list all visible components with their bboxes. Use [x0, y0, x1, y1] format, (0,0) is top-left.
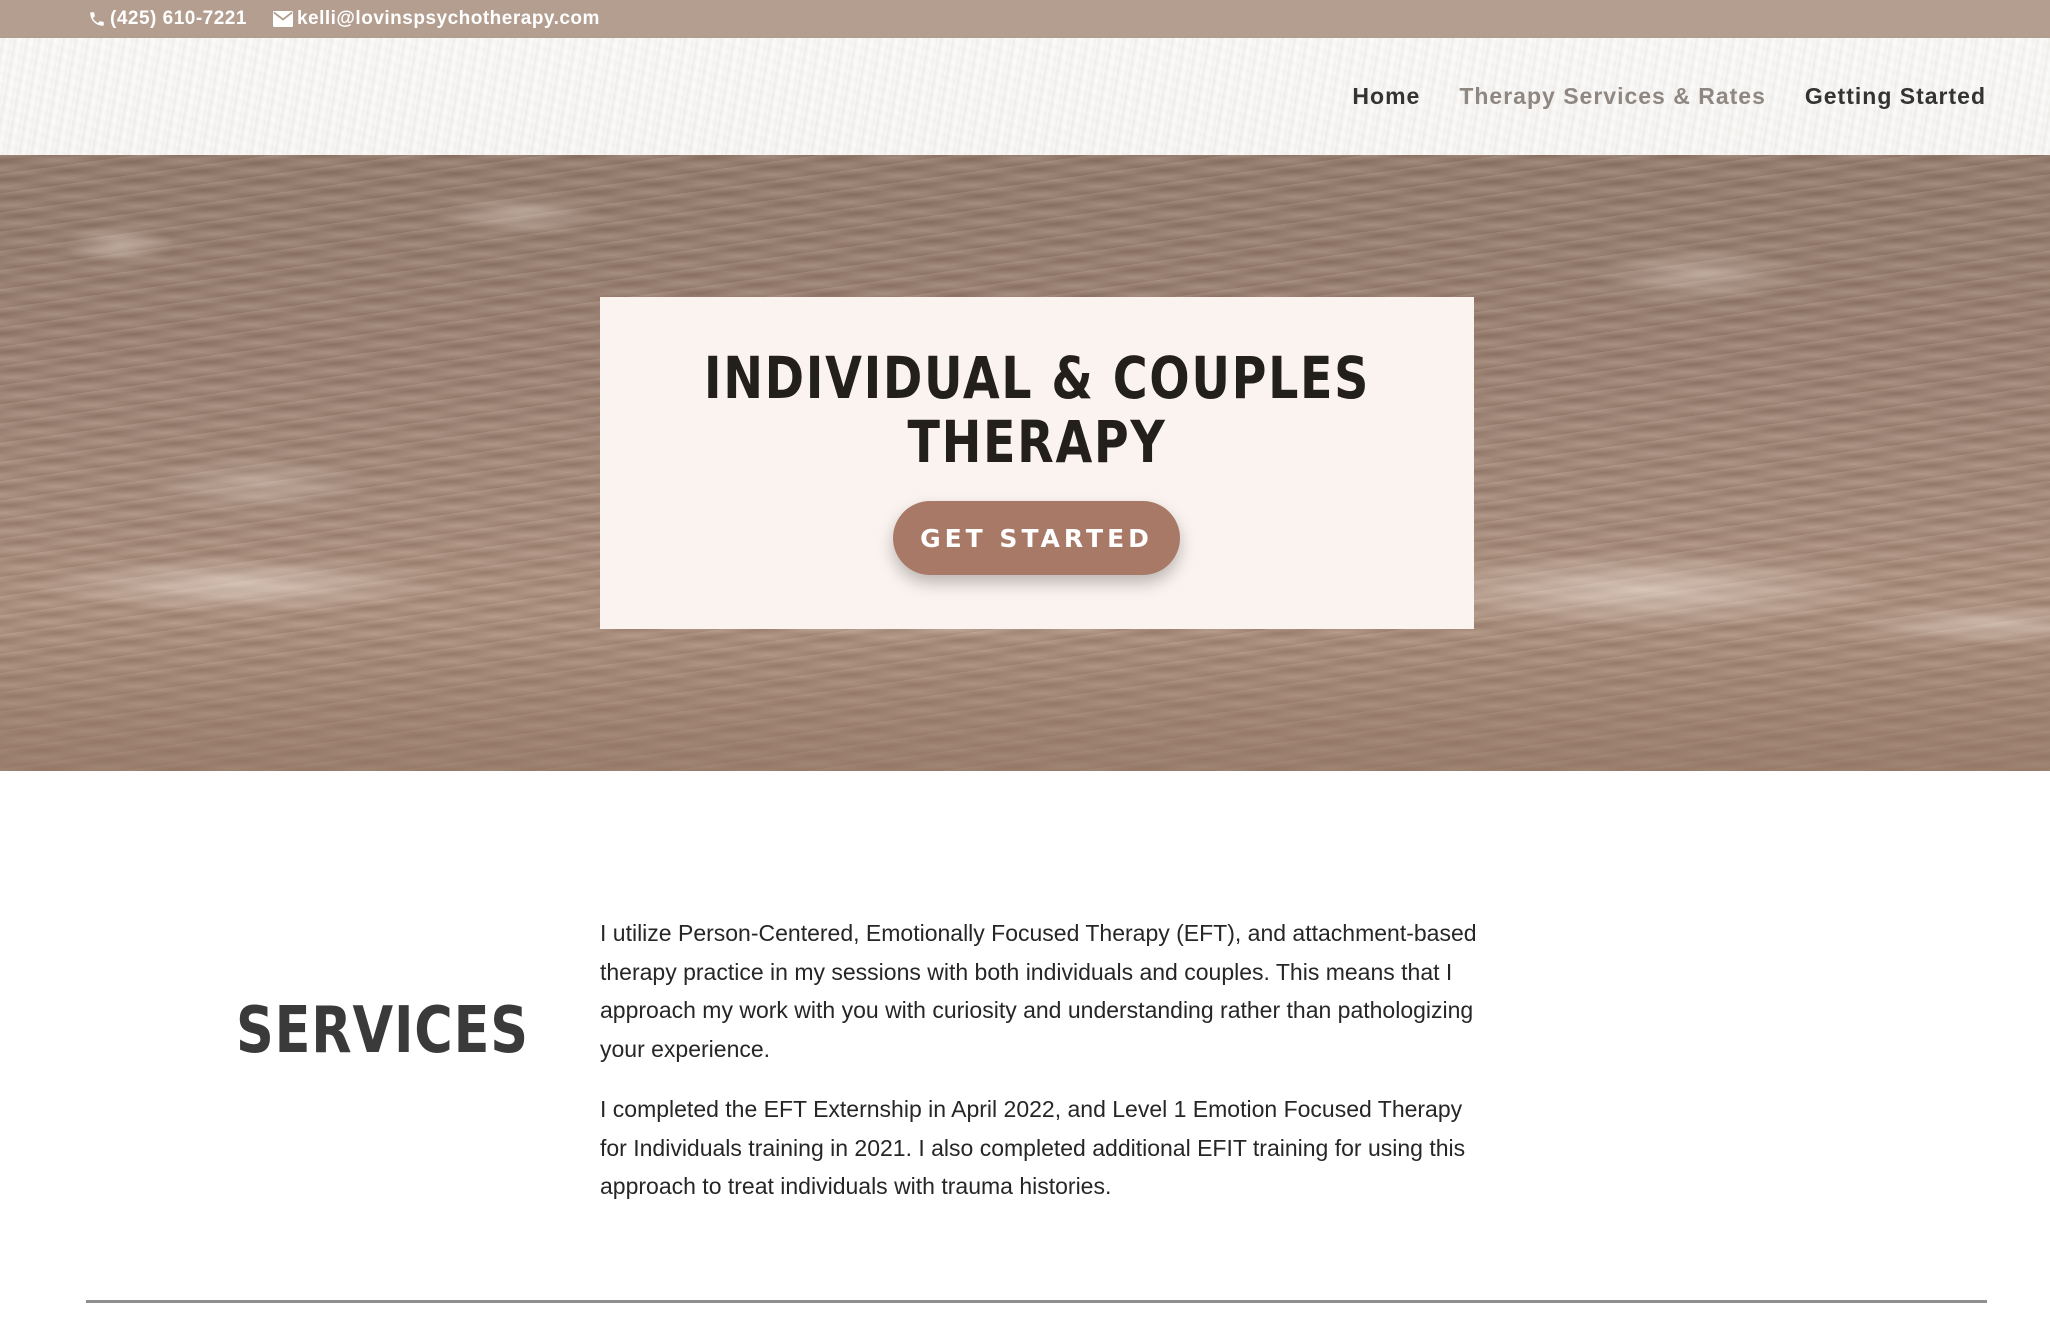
phone-icon [90, 12, 104, 26]
phone-number: (425) 610-7221 [110, 8, 247, 29]
hero-card: INDIVIDUAL & COUPLES THERAPY GET STARTED [600, 297, 1474, 629]
nav-item-home[interactable]: Home [1352, 83, 1420, 110]
get-started-button[interactable]: GET STARTED [893, 501, 1180, 575]
hero-background-sand [0, 631, 2050, 771]
envelope-icon [272, 11, 293, 27]
services-description: I utilize Person-Centered, Emotionally F… [600, 914, 1480, 1228]
phone-link[interactable]: (425) 610-7221 [88, 8, 247, 30]
top-contact-bar: (425) 610-7221 kelli@lovinspsychotherapy… [0, 0, 2050, 38]
services-paragraph: I completed the EFT Externship in April … [600, 1096, 1466, 1199]
email-address: kelli@lovinspsychotherapy.com [296, 8, 600, 29]
email-link[interactable]: kelli@lovinspsychotherapy.com [272, 8, 600, 30]
services-paragraph: I utilize Person-Centered, Emotionally F… [600, 920, 1477, 1062]
hero-title: INDIVIDUAL & COUPLES THERAPY [703, 344, 1371, 476]
nav-item-therapy-services-rates[interactable]: Therapy Services & Rates [1459, 83, 1766, 110]
hero-section: INDIVIDUAL & COUPLES THERAPY GET STARTED [0, 155, 2050, 771]
site-header: Home Therapy Services & Rates Getting St… [0, 38, 2050, 155]
section-divider [86, 1300, 1987, 1303]
main-nav: Home Therapy Services & Rates Getting St… [1313, 38, 1986, 155]
nav-item-getting-started[interactable]: Getting Started [1805, 83, 1986, 110]
services-heading: SERVICES [236, 994, 529, 1068]
